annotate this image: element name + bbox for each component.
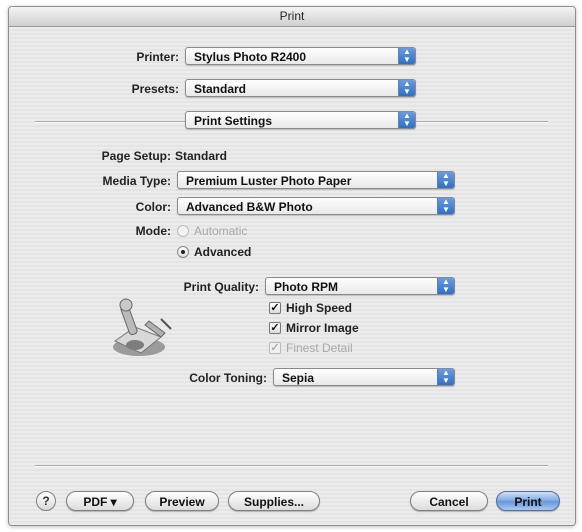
footer-separator xyxy=(35,465,548,467)
page-setup-label: Page Setup: xyxy=(101,149,171,163)
up-down-arrows-icon: ▲ ▼ xyxy=(437,198,454,214)
mirror-image-checkbox[interactable]: ✓ xyxy=(269,322,281,334)
pdf-button[interactable]: PDF ▾ xyxy=(66,491,134,511)
page-setup-value: Standard xyxy=(175,149,228,163)
high-speed-label: High Speed xyxy=(286,301,353,315)
up-down-arrows-icon: ▲ ▼ xyxy=(398,80,415,96)
color-label: Color: xyxy=(135,200,171,214)
color-popup[interactable]: Advanced B&W Photo ▲ ▼ xyxy=(177,197,455,215)
color-toning-popup[interactable]: Sepia ▲ ▼ xyxy=(273,368,455,386)
up-down-arrows-icon: ▲ ▼ xyxy=(398,112,415,128)
separator-right xyxy=(416,121,548,123)
up-down-arrows-icon: ▲ ▼ xyxy=(398,48,415,64)
media-type-popup[interactable]: Premium Luster Photo Paper ▲ ▼ xyxy=(177,171,455,189)
separator-left xyxy=(35,121,187,123)
cancel-button[interactable]: Cancel xyxy=(410,491,488,511)
media-type-value: Premium Luster Photo Paper xyxy=(186,174,352,188)
print-button[interactable]: Print xyxy=(496,491,560,511)
print-quality-value: Photo RPM xyxy=(274,280,338,294)
print-dialog: Print Printer: Stylus Photo R2400 ▲ ▼ Pre… xyxy=(8,6,576,526)
print-quality-popup[interactable]: Photo RPM ▲ ▼ xyxy=(265,277,455,295)
up-down-arrows-icon: ▲ ▼ xyxy=(437,172,454,188)
panel-popup[interactable]: Print Settings ▲ ▼ xyxy=(185,111,416,129)
color-value: Advanced B&W Photo xyxy=(186,200,313,214)
presets-value: Standard xyxy=(194,82,247,96)
printer-label: Printer: xyxy=(136,50,179,64)
dialog-content: Printer: Stylus Photo R2400 ▲ ▼ Presets: … xyxy=(9,27,575,525)
color-toning-value: Sepia xyxy=(282,371,315,385)
printer-settings-icon xyxy=(105,297,181,367)
window-title: Print xyxy=(9,7,575,27)
finest-detail-checkbox[interactable]: ✓ xyxy=(269,342,281,354)
up-down-arrows-icon: ▲ ▼ xyxy=(437,369,454,385)
presets-popup[interactable]: Standard ▲ ▼ xyxy=(185,79,416,97)
finest-detail-label: Finest Detail xyxy=(286,341,353,355)
mode-automatic-radio[interactable] xyxy=(177,225,189,237)
mode-advanced-radio[interactable] xyxy=(177,246,189,258)
media-type-label: Media Type: xyxy=(102,174,171,188)
print-quality-label: Print Quality: xyxy=(183,280,259,294)
high-speed-checkbox[interactable]: ✓ xyxy=(269,302,281,314)
printer-value: Stylus Photo R2400 xyxy=(194,50,307,64)
supplies-button[interactable]: Supplies... xyxy=(228,491,320,511)
presets-label: Presets: xyxy=(131,82,179,96)
color-toning-label: Color Toning: xyxy=(189,371,267,385)
mode-advanced-label: Advanced xyxy=(194,245,252,259)
up-down-arrows-icon: ▲ ▼ xyxy=(437,278,454,294)
mirror-image-label: Mirror Image xyxy=(286,321,359,335)
help-icon[interactable]: ? xyxy=(36,491,56,511)
mode-automatic-label: Automatic xyxy=(194,224,248,238)
preview-button[interactable]: Preview xyxy=(145,491,219,511)
panel-value: Print Settings xyxy=(194,114,273,128)
mode-label: Mode: xyxy=(135,224,171,238)
printer-popup[interactable]: Stylus Photo R2400 ▲ ▼ xyxy=(185,47,416,65)
